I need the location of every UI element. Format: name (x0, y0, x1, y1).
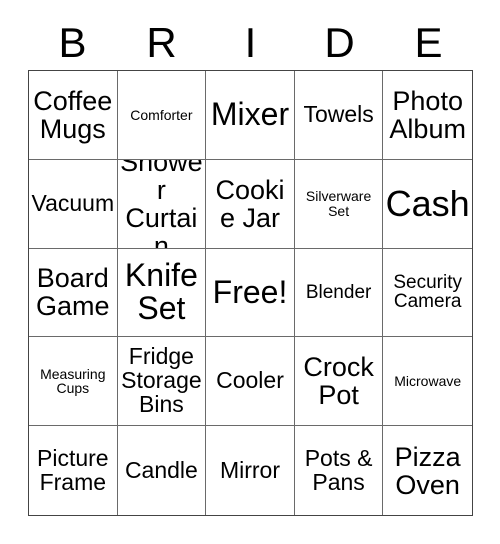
bingo-cell-r3c1[interactable]: Board Game (29, 248, 118, 338)
bingo-cell-r5c2[interactable]: Candle (117, 426, 207, 515)
bingo-cell-label: Shower Curtain (120, 159, 203, 249)
bingo-header-row: B R I D E (28, 18, 473, 68)
bingo-cell-label: Microwave (394, 373, 462, 390)
bingo-card: B R I D E Coffee Mugs Comforter Mixer To… (0, 0, 500, 544)
bingo-grid: Coffee Mugs Comforter Mixer Towels Photo… (28, 70, 473, 516)
header-letter-5: E (414, 19, 443, 66)
bingo-cell-label: Board Game (36, 263, 110, 322)
bingo-cell-r1c3[interactable]: Mixer (206, 71, 295, 160)
bingo-cell-r3c5[interactable]: Security Camera (383, 248, 472, 338)
bingo-cell-r4c2[interactable]: Fridge Storage Bins (117, 337, 207, 427)
bingo-cell-r4c3[interactable]: Cooler (206, 337, 295, 427)
bingo-cell-label: Silverware Set (305, 188, 372, 219)
bingo-cell-label: Knife Set (124, 257, 198, 327)
bingo-cell-r1c4[interactable]: Towels (294, 71, 384, 160)
bingo-cell-r4c4[interactable]: Crock Pot (294, 337, 384, 427)
bingo-cell-free-space[interactable]: Free! (206, 248, 295, 338)
bingo-cell-label: Mirror (219, 456, 281, 483)
bingo-cell-r2c3[interactable]: Cookie Jar (206, 159, 295, 249)
bingo-cell-label: Vacuum (31, 189, 115, 216)
bingo-cell-label: Pizza Oven (394, 441, 461, 500)
bingo-cell-label: Candle (124, 456, 198, 483)
bingo-cell-r2c2[interactable]: Shower Curtain (117, 159, 207, 249)
bingo-cell-label: Towels (303, 100, 374, 127)
header-letter-1: B (58, 19, 87, 66)
bingo-free-space-label: Free! (212, 273, 288, 310)
bingo-cell-r4c1[interactable]: Measuring Cups (29, 337, 118, 427)
header-letter-4: D (324, 19, 355, 66)
bingo-cell-label: Measuring Cups (40, 365, 106, 397)
bingo-cell-label: Cookie Jar (215, 174, 285, 233)
bingo-cell-r4c5[interactable]: Microwave (383, 337, 472, 427)
bingo-cell-label: Mixer (210, 96, 290, 133)
bingo-cell-r2c1[interactable]: Vacuum (29, 159, 118, 249)
bingo-cell-label: Comforter (130, 106, 193, 123)
bingo-cell-label: Coffee Mugs (33, 85, 113, 144)
bingo-cell-r1c2[interactable]: Comforter (117, 71, 207, 160)
bingo-cell-label: Pots & Pans (304, 444, 373, 495)
bingo-cell-label: Security Camera (393, 271, 462, 313)
bingo-cell-r5c1[interactable]: Picture Frame (29, 426, 118, 515)
bingo-cell-r1c1[interactable]: Coffee Mugs (29, 71, 118, 160)
bingo-cell-r1c5[interactable]: Photo Album (383, 71, 472, 160)
header-letter-2: R (146, 19, 177, 66)
bingo-cell-r3c2[interactable]: Knife Set (117, 248, 207, 338)
bingo-cell-r5c4[interactable]: Pots & Pans (294, 426, 384, 515)
bingo-cell-label: Fridge Storage Bins (121, 343, 202, 418)
bingo-cell-r3c4[interactable]: Blender (294, 248, 384, 338)
bingo-cell-r2c4[interactable]: Silverware Set (294, 159, 384, 249)
bingo-cell-r5c5[interactable]: Pizza Oven (383, 426, 472, 515)
bingo-cell-label: Picture Frame (37, 444, 109, 495)
bingo-cell-r2c5[interactable]: Cash (383, 159, 472, 249)
bingo-cell-label: Cash (385, 182, 470, 224)
bingo-cell-label: Crock Pot (303, 352, 374, 411)
bingo-cell-label: Photo Album (389, 85, 466, 144)
bingo-cell-label: Cooler (216, 367, 284, 394)
bingo-cell-label: Blender (305, 281, 372, 303)
header-letter-3: I (244, 19, 257, 66)
bingo-cell-r5c3[interactable]: Mirror (206, 426, 295, 515)
